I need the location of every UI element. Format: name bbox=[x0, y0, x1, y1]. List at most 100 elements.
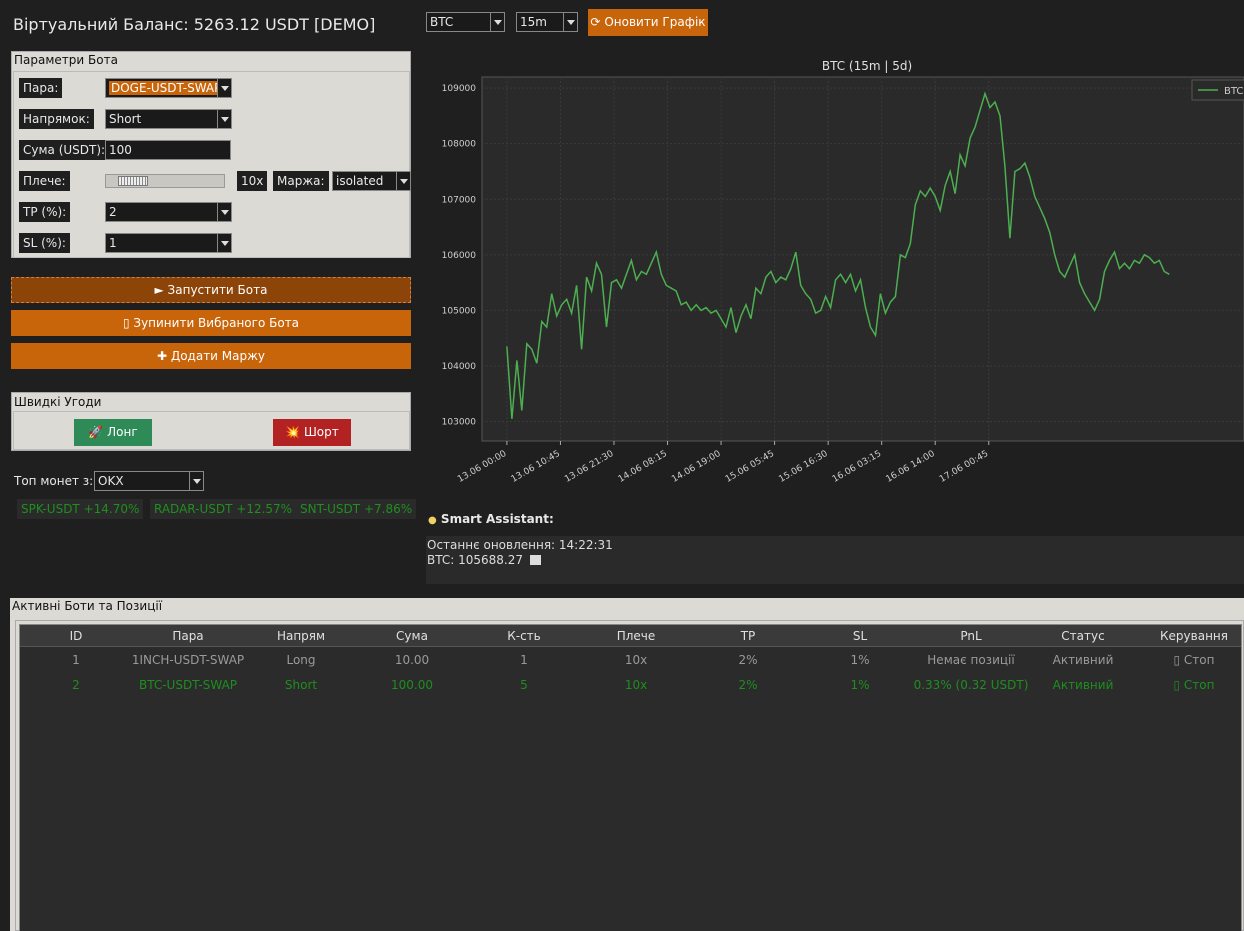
margin-label: Маржа: bbox=[273, 171, 329, 191]
symbol-select[interactable]: BTC bbox=[426, 12, 505, 32]
assistant-title: ● Smart Assistant: bbox=[428, 512, 554, 526]
symbol-value: BTC bbox=[430, 15, 454, 29]
leverage-label: Плече: bbox=[19, 171, 70, 191]
pair-label: Пара: bbox=[19, 78, 63, 98]
tp-label: TP (%): bbox=[19, 202, 71, 222]
top-coin-item[interactable]: RADAR-USDT +12.57% bbox=[150, 499, 297, 519]
quick-trades-title: Швидкі Угоди bbox=[12, 393, 410, 411]
chevron-down-icon[interactable] bbox=[217, 79, 231, 97]
sl-label: SL (%): bbox=[19, 233, 70, 253]
table-cell-qty: 1 bbox=[520, 653, 528, 667]
table-cell-qty: 5 bbox=[520, 678, 528, 692]
leverage-slider-thumb[interactable] bbox=[117, 176, 148, 186]
amount-label: Сума (USDT): bbox=[19, 140, 110, 160]
refresh-label: Оновити Графік bbox=[604, 15, 706, 29]
plot-area bbox=[481, 76, 1244, 442]
table-cell-pair: BTC-USDT-SWAP bbox=[138, 678, 238, 692]
chevron-down-icon[interactable] bbox=[189, 472, 203, 490]
table-cell-amount: 10.00 bbox=[394, 653, 430, 667]
leverage-slider[interactable] bbox=[105, 174, 225, 188]
chart-title: BTC (15m | 5d) bbox=[822, 59, 912, 73]
column-header[interactable]: Сума bbox=[367, 625, 457, 647]
top-coins-label: Топ монет з: bbox=[14, 474, 94, 488]
column-header[interactable]: SL bbox=[815, 625, 905, 647]
price-chart: BTC (15m | 5d) 103000 104000 105000 106000 1… bbox=[426, 50, 1244, 500]
stop-bot-cell[interactable]: ▯ Стоп bbox=[1144, 673, 1244, 698]
direction-select[interactable]: Short bbox=[105, 109, 232, 129]
table-cell-direction: Long bbox=[286, 653, 316, 667]
column-header[interactable]: Пара bbox=[123, 625, 253, 647]
chevron-down-icon[interactable] bbox=[396, 172, 410, 190]
assistant-updated: Останнє оновлення: 14:22:31 bbox=[427, 538, 613, 552]
active-bots-panel: Активні Боти та Позиції ID Пара Напрям Сума… bbox=[10, 598, 1244, 931]
long-button[interactable]: 🚀 Лонг bbox=[74, 419, 152, 446]
assistant-output: Останнє оновлення: 14:22:31 BTC: 105688.… bbox=[426, 536, 1244, 584]
bot-params-panel: Параметри Бота Пара: DOGE-USDT-SWAP Напр… bbox=[11, 51, 411, 258]
amount-input[interactable]: 100 bbox=[105, 140, 231, 160]
chart-down-icon bbox=[529, 555, 541, 565]
column-header[interactable]: Статус bbox=[1038, 625, 1128, 647]
tp-value: 2 bbox=[109, 205, 117, 219]
pair-select[interactable]: DOGE-USDT-SWAP bbox=[105, 78, 232, 98]
y-tick-label: 103000 bbox=[442, 418, 477, 428]
column-header[interactable]: TP bbox=[703, 625, 793, 647]
y-tick-label: 108000 bbox=[442, 140, 477, 150]
column-header[interactable]: Керування bbox=[1144, 625, 1244, 647]
stop-bot-button[interactable]: ▯ Зупинити Вибраного Бота bbox=[11, 310, 411, 336]
chevron-down-icon[interactable] bbox=[217, 110, 231, 128]
sl-select[interactable]: 1 bbox=[105, 233, 232, 253]
table-cell-status: Активний bbox=[1052, 678, 1114, 692]
y-tick-label: 107000 bbox=[442, 195, 477, 205]
bots-table-header: ID Пара Напрям Сума К-сть Плече TP SL PnL Статус К… bbox=[20, 625, 1241, 647]
chevron-down-icon[interactable] bbox=[217, 234, 231, 252]
y-tick-label: 105000 bbox=[442, 306, 477, 316]
interval-select[interactable]: 15m bbox=[516, 12, 578, 32]
chevron-down-icon[interactable] bbox=[217, 203, 231, 221]
column-header[interactable]: Плече bbox=[591, 625, 681, 647]
refresh-icon: ⟳ bbox=[590, 15, 601, 29]
quick-trades-panel: Швидкі Угоди 🚀 Лонг 💥 Шорт bbox=[11, 392, 411, 451]
direction-label: Напрямок: bbox=[19, 109, 94, 129]
bots-table[interactable]: ID Пара Напрям Сума К-сть Плече TP SL PnL Статус К… bbox=[19, 624, 1242, 931]
table-cell-pnl: Немає позиції bbox=[927, 653, 1015, 667]
y-tick-label: 109000 bbox=[442, 84, 477, 94]
table-cell-tp: 2% bbox=[738, 653, 758, 667]
table-cell-amount: 100.00 bbox=[391, 678, 433, 692]
chevron-down-icon[interactable] bbox=[563, 13, 577, 31]
exchange-value: OKX bbox=[98, 474, 124, 488]
table-cell-pair: 1INCH-USDT-SWAP bbox=[131, 653, 245, 667]
short-button[interactable]: 💥 Шорт bbox=[273, 419, 351, 446]
table-cell-leverage: 10x bbox=[624, 653, 648, 667]
refresh-chart-button[interactable]: ⟳ Оновити Графік bbox=[588, 9, 708, 36]
tp-select[interactable]: 2 bbox=[105, 202, 232, 222]
top-coin-item[interactable]: SNT-USDT +7.86% bbox=[296, 499, 417, 519]
chevron-down-icon[interactable] bbox=[490, 13, 504, 31]
table-cell-id: 1 bbox=[72, 653, 80, 667]
margin-select[interactable]: isolated bbox=[332, 171, 411, 191]
active-bots-frame: ID Пара Напрям Сума К-сть Плече TP SL PnL Статус К… bbox=[15, 620, 1244, 931]
add-margin-button[interactable]: ✚ Додати Маржу bbox=[11, 343, 411, 369]
top-coin-item[interactable]: SPK-USDT +14.70% bbox=[17, 499, 144, 519]
legend-label: BTC bbox=[1224, 86, 1243, 97]
exchange-select[interactable]: OKX bbox=[94, 471, 204, 491]
column-header[interactable]: Напрям bbox=[256, 625, 346, 647]
leverage-value: 10x bbox=[237, 171, 268, 191]
table-cell-sl: 1% bbox=[850, 678, 870, 692]
table-cell-id: 2 bbox=[72, 678, 80, 692]
stop-bot-cell[interactable]: ▯ Стоп bbox=[1144, 648, 1244, 673]
start-bot-button[interactable]: ► Запустити Бота bbox=[11, 277, 411, 303]
margin-value: isolated bbox=[336, 174, 384, 188]
table-cell-leverage: 10x bbox=[624, 678, 648, 692]
balance-label: Віртуальний Баланс: 5263.12 USDT [DEMO] bbox=[13, 15, 376, 34]
column-header[interactable]: PnL bbox=[906, 625, 1036, 647]
table-row[interactable]: 2 BTC-USDT-SWAP Short 100.00 5 10x 2% 1% 0.33% (… bbox=[20, 673, 1241, 698]
table-cell-status: Активний bbox=[1052, 653, 1114, 667]
column-header[interactable]: ID bbox=[46, 625, 106, 647]
y-tick-label: 104000 bbox=[442, 362, 477, 372]
column-header[interactable]: К-сть bbox=[479, 625, 569, 647]
table-row[interactable]: 1 1INCH-USDT-SWAP Long 10.00 1 10x 2% 1% Немає п… bbox=[20, 648, 1241, 673]
interval-value: 15m bbox=[520, 15, 547, 29]
y-tick-label: 106000 bbox=[442, 251, 477, 261]
table-cell-direction: Short bbox=[284, 678, 318, 692]
assistant-price-line: BTC: 105688.27 bbox=[427, 553, 1243, 568]
